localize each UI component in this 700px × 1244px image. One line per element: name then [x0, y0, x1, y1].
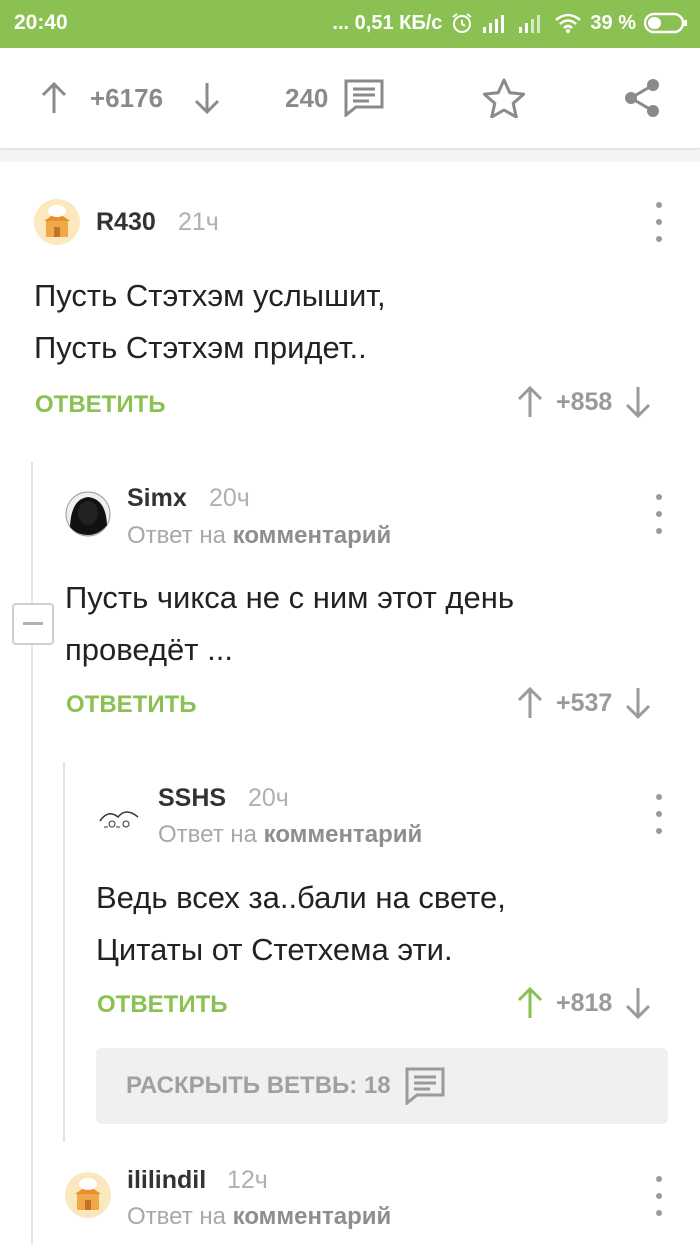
avatar[interactable] — [34, 199, 80, 245]
arrow-down-icon[interactable] — [624, 385, 652, 419]
reply-to-target[interactable]: комментарий — [233, 522, 392, 549]
reply-button[interactable]: ОТВЕТИТЬ — [35, 391, 166, 419]
user-avatar-icon — [65, 491, 111, 537]
comment-rating: +818 — [556, 988, 613, 1017]
comment-vote: +818 — [516, 986, 652, 1020]
avatar[interactable] — [65, 491, 111, 537]
comment-body: Пусть Стэтхэм услышит, Пусть Стэтхэм при… — [34, 278, 386, 365]
comment-time: 20ч — [248, 784, 289, 812]
battery-icon — [644, 12, 687, 34]
signal-icon — [519, 15, 541, 33]
expand-branch-label: РАСКРЫТЬ ВЕТВЬ: 18 — [126, 1072, 391, 1099]
star-icon — [483, 78, 525, 118]
comment-body: Ведь всех за..бали на свете, Цитаты от С… — [96, 880, 506, 967]
comment-menu-button[interactable] — [649, 1176, 669, 1216]
arrow-up-icon[interactable] — [516, 686, 544, 720]
comment-vote: +537 — [516, 686, 652, 720]
reply-to-prefix: Ответ на — [127, 522, 226, 549]
reply-button[interactable]: ОТВЕТИТЬ — [66, 691, 197, 719]
reply-to-target[interactable]: комментарий — [233, 1203, 392, 1230]
post-rating: +6176 — [90, 82, 164, 113]
sketch-avatar-icon — [99, 811, 139, 828]
comment-menu-button[interactable] — [649, 794, 669, 834]
signal-icon — [483, 15, 505, 33]
comment-author[interactable]: SSHS — [158, 784, 226, 813]
status-bar: 20:40 ... 0,51 КБ/с 39 % — [0, 0, 700, 48]
comment-author[interactable]: Simx — [127, 484, 187, 513]
reply-to-link[interactable]: Ответ на комментарий — [158, 821, 422, 849]
comment-author[interactable]: R430 — [96, 208, 156, 237]
comment-time: 21ч — [178, 208, 219, 236]
collapse-thread-button[interactable] — [12, 603, 54, 645]
arrow-down-icon[interactable] — [624, 686, 652, 720]
alarm-icon — [452, 13, 473, 33]
comment-vote: +858 — [516, 385, 652, 419]
default-avatar-icon — [44, 205, 70, 237]
post-toolbar: +6176 240 — [0, 48, 700, 149]
comment-rating: +858 — [556, 387, 613, 416]
comment-menu-button[interactable] — [649, 202, 669, 242]
thread-line-level2 — [63, 762, 65, 1142]
status-right: ... 0,51 КБ/с 39 % — [332, 11, 688, 35]
comment-author[interactable]: ililindil — [127, 1166, 206, 1195]
battery-percent: 39 % — [590, 11, 636, 34]
network-speed: ... 0,51 КБ/с — [332, 11, 443, 34]
reply-to-link[interactable]: Ответ на комментарий — [127, 522, 391, 550]
default-avatar-icon — [75, 1178, 101, 1210]
comment-body: Пусть чикса не с ним этот день проведёт … — [65, 580, 515, 667]
comment-menu-button[interactable] — [649, 494, 669, 534]
arrow-up-icon[interactable] — [516, 385, 544, 419]
reply-to-link[interactable]: Ответ на комментарий — [127, 1203, 391, 1231]
comment-rating: +537 — [556, 688, 613, 717]
upvote-button[interactable] — [40, 48, 68, 148]
reply-button[interactable]: ОТВЕТИТЬ — [97, 991, 228, 1019]
comment-time: 12ч — [227, 1166, 268, 1194]
avatar[interactable] — [96, 797, 142, 843]
arrow-down-icon[interactable] — [624, 986, 652, 1020]
arrow-up-icon — [41, 81, 67, 113]
reply-to-prefix: Ответ на — [127, 1203, 226, 1230]
comments-count: 240 — [285, 82, 329, 113]
toolbar-shadow-band — [0, 150, 700, 162]
comment-icon — [405, 1067, 445, 1105]
share-button[interactable] — [623, 48, 661, 148]
thread-line-level1 — [31, 462, 33, 1244]
comment-time: 20ч — [209, 484, 250, 512]
status-time: 20:40 — [14, 11, 68, 34]
arrow-up-icon[interactable] — [516, 986, 544, 1020]
avatar[interactable] — [65, 1172, 111, 1218]
downvote-button[interactable] — [193, 48, 221, 148]
arrow-down-icon — [194, 83, 220, 115]
expand-branch-button[interactable]: РАСКРЫТЬ ВЕТВЬ: 18 — [96, 1048, 668, 1124]
comment-icon — [344, 79, 384, 117]
reply-to-target[interactable]: комментарий — [264, 821, 423, 848]
reply-to-prefix: Ответ на — [158, 821, 257, 848]
share-icon — [625, 79, 659, 117]
wifi-icon — [555, 13, 582, 33]
comments-button[interactable]: 240 — [285, 48, 384, 148]
favorite-button[interactable] — [483, 48, 525, 148]
